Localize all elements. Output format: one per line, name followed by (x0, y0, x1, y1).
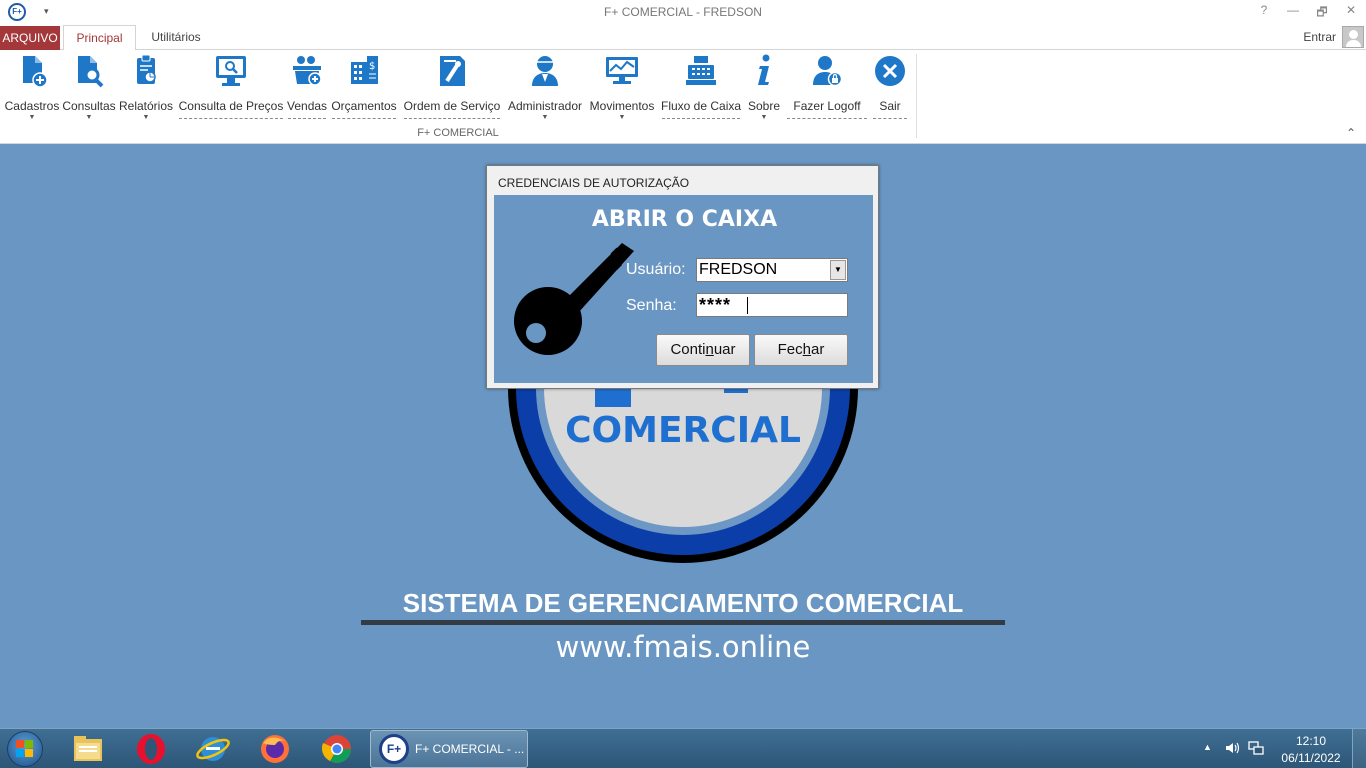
ribbon-tab-row: ARQUIVO Principal Utilitários Entrar (0, 25, 1366, 51)
dropdown-arrow-icon: ▼ (85, 114, 93, 121)
ribbon-label: Vendas (287, 99, 328, 113)
key-icon (514, 243, 634, 355)
admin-user-icon (532, 56, 558, 86)
info-icon (758, 54, 770, 85)
tab-principal[interactable]: Principal (63, 25, 136, 51)
add-document-icon (23, 56, 48, 88)
fazer-logoff-button[interactable]: Fazer Logoff (786, 54, 868, 126)
minimize-button[interactable]: — (1283, 3, 1303, 17)
clock-date[interactable]: 06/11/2022 (1278, 751, 1344, 765)
dropdown-arrow-icon: ▼ (142, 114, 150, 121)
opera-browser-icon[interactable] (133, 733, 169, 765)
network-icon[interactable] (1248, 740, 1264, 756)
sign-in-link[interactable]: Entrar (1303, 30, 1336, 44)
service-order-icon (440, 56, 465, 86)
cash-register-icon (686, 56, 716, 85)
ribbon-label: Administrador (507, 99, 583, 113)
ribbon-label: Ordem de Serviço (403, 99, 501, 113)
svg-text:$: $ (369, 61, 375, 72)
sales-basket-icon (293, 56, 322, 86)
taskbar-app-fcomercial[interactable]: F+ F+ COMERCIAL - ... (370, 730, 528, 768)
user-avatar-icon[interactable] (1342, 26, 1364, 48)
dialog-panel: ABRIR O CAIXA Usuário: FREDSON ▼ Senha: … (494, 195, 873, 383)
help-button[interactable]: ? (1254, 3, 1274, 17)
splash-tagline: SISTEMA DE GERENCIAMENTO COMERCIAL (402, 588, 964, 618)
sair-button[interactable]: Sair (872, 54, 908, 126)
report-icon (137, 54, 156, 84)
administrador-button[interactable]: Administrador ▼ (506, 54, 584, 126)
splash-underline (361, 620, 1005, 625)
ribbon-group-separator (916, 54, 917, 138)
dropdown-arrow-icon: ▼ (541, 114, 549, 121)
tab-utilitarios[interactable]: Utilitários (142, 25, 210, 50)
ribbon-group-label: F+ COMERCIAL (417, 127, 499, 139)
window-title: F+ COMERCIAL - FREDSON (604, 5, 762, 19)
continue-button[interactable]: Continuar (656, 334, 750, 366)
ribbon: Cadastros ▼ Consultas ▼ Relatórios ▼ Con… (0, 50, 1366, 144)
fluxo-de-caixa-button[interactable]: Fluxo de Caixa (661, 54, 741, 126)
dialog-title: CREDENCIAIS DE AUTORIZAÇÃO (498, 176, 690, 190)
fcomercial-logo-icon: F+ (379, 734, 409, 764)
consultas-button[interactable]: Consultas ▼ (61, 54, 117, 126)
restore-button[interactable]: 🗗 (1312, 3, 1332, 24)
clock-time[interactable]: 12:10 (1282, 734, 1340, 748)
exit-icon (875, 56, 905, 86)
file-explorer-icon[interactable] (70, 733, 106, 765)
logoff-user-icon (813, 56, 843, 87)
password-field[interactable]: **** (696, 293, 848, 317)
text-caret (747, 297, 748, 314)
taskbar-app-label: F+ COMERCIAL - ... (415, 742, 525, 756)
budget-icon: $ (351, 56, 378, 84)
splash-website: www.fmais.online (555, 630, 811, 664)
ribbon-label: Cadastros (4, 99, 60, 113)
chrome-browser-icon[interactable] (319, 733, 355, 765)
internet-explorer-icon[interactable] (195, 733, 231, 765)
start-button[interactable] (4, 731, 46, 767)
search-document-icon (78, 56, 104, 88)
collapse-ribbon-icon[interactable]: ⌃ (1346, 126, 1356, 140)
username-label: Usuário: (626, 261, 686, 278)
username-value: FREDSON (699, 261, 778, 278)
sobre-button[interactable]: Sobre ▼ (746, 54, 782, 126)
movement-chart-icon (606, 57, 638, 84)
firefox-browser-icon[interactable] (257, 733, 293, 765)
vendas-button[interactable]: Vendas (287, 54, 327, 126)
ribbon-label: Orçamentos (331, 99, 397, 113)
splash-brand-text: COMERCIAL (565, 410, 801, 451)
consulta-de-precos-button[interactable]: Consulta de Preços (178, 54, 284, 126)
ribbon-label: Relatórios (118, 99, 174, 113)
taskbar: F+ F+ COMERCIAL - ... ▲ 12:10 06/11/2022 (0, 728, 1366, 768)
windows-logo-icon (16, 740, 34, 758)
password-label: Senha: (626, 297, 677, 314)
username-select[interactable]: FREDSON ▼ (696, 258, 848, 282)
dropdown-arrow-icon: ▼ (618, 114, 626, 121)
relatorios-button[interactable]: Relatórios ▼ (118, 54, 174, 126)
ribbon-label: Sair (879, 99, 901, 113)
tab-arquivo[interactable]: ARQUIVO (0, 26, 60, 50)
dropdown-arrow-icon: ▼ (28, 114, 36, 121)
password-value: **** (699, 295, 732, 315)
ribbon-label: Fazer Logoff (793, 99, 861, 113)
chevron-down-icon[interactable]: ▼ (830, 260, 846, 280)
orcamentos-button[interactable]: $ Orçamentos (331, 54, 397, 126)
close-button[interactable]: Fechar (754, 334, 848, 366)
ribbon-label: Movimentos (589, 99, 655, 113)
ribbon-label: Consultas (62, 99, 116, 113)
ribbon-label: Sobre (747, 99, 781, 113)
title-bar: F+ ▾ F+ COMERCIAL - FREDSON ? — 🗗 ✕ (0, 0, 1366, 25)
speaker-icon[interactable] (1224, 740, 1240, 756)
dropdown-arrow-icon: ▼ (760, 114, 768, 121)
movimentos-button[interactable]: Movimentos ▼ (587, 54, 657, 126)
close-window-button[interactable]: ✕ (1341, 3, 1361, 17)
show-desktop-button[interactable] (1352, 729, 1366, 768)
authorization-dialog: CREDENCIAIS DE AUTORIZAÇÃO ABRIR O CAIXA… (486, 165, 879, 389)
dialog-heading: ABRIR O CAIXA (591, 207, 778, 232)
show-hidden-icons-icon[interactable]: ▲ (1203, 742, 1212, 752)
cadastros-button[interactable]: Cadastros ▼ (4, 54, 60, 126)
ribbon-label: Consulta de Preços (178, 99, 284, 113)
price-monitor-icon (216, 56, 246, 86)
ribbon-label: Fluxo de Caixa (661, 99, 742, 113)
ordem-de-servico-button[interactable]: Ordem de Serviço (403, 54, 501, 126)
